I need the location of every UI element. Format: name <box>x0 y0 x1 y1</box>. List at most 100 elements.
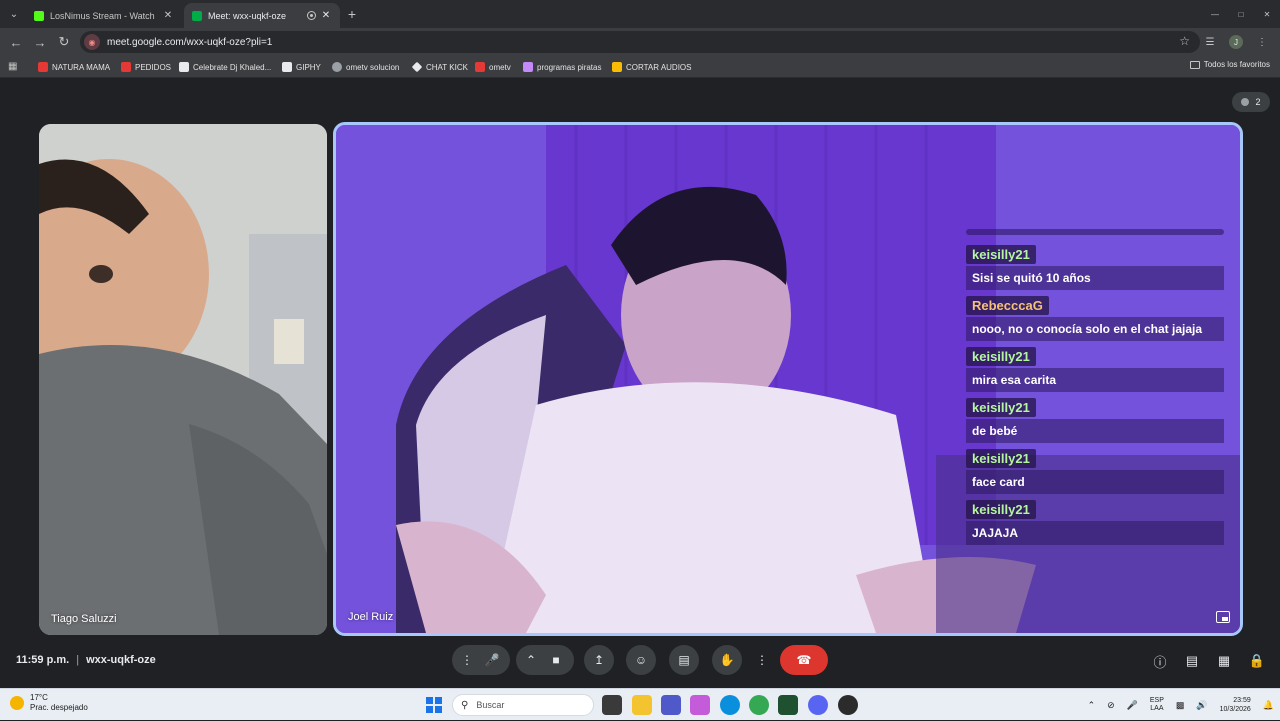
tab-close-icon[interactable]: ✕ <box>320 10 332 21</box>
chat-username: RebecccaG <box>966 296 1049 315</box>
forward-arrow-icon[interactable]: → <box>30 32 50 52</box>
bookmark-programas-piratas[interactable]: programas piratas <box>523 60 601 74</box>
taskbar-search[interactable]: ⚲ Buscar <box>452 694 594 716</box>
search-icon: ⚲ <box>461 699 469 711</box>
hang-up-icon: ☎ <box>796 653 812 667</box>
participant-name: Joel Ruiz <box>348 611 394 623</box>
window-controls: — □ ✕ <box>1202 0 1280 28</box>
participant-count: 2 <box>1255 97 1261 107</box>
excel-icon[interactable] <box>778 695 798 715</box>
bookmark-favicon-icon <box>475 62 485 72</box>
tab-title: LosNimus Stream - Watch Live <box>50 10 158 21</box>
copilot-icon[interactable] <box>690 695 710 715</box>
edge-icon[interactable] <box>720 695 740 715</box>
new-tab-button[interactable]: + <box>344 6 360 22</box>
bookmark-pedidos[interactable]: PEDIDOS <box>121 60 171 74</box>
bookmark-favicon-icon <box>38 62 48 72</box>
reload-icon[interactable]: ↻ <box>54 32 74 52</box>
tab-losnimus[interactable]: LosNimus Stream - Watch Live ✕ <box>26 3 182 28</box>
system-clock[interactable]: 23:59 10/3/2026 <box>1220 696 1251 714</box>
bookmark-chat-kick[interactable]: CHAT KICK <box>411 60 468 74</box>
participants-chip[interactable]: 2 <box>1232 92 1270 112</box>
meeting-time: 11:59 p.m. <box>16 654 70 666</box>
menu-kebab-icon[interactable]: ⋮ <box>1252 32 1272 52</box>
task-view-icon[interactable] <box>602 695 622 715</box>
camera-icon[interactable]: ■ <box>542 653 570 667</box>
teams-icon[interactable] <box>661 695 681 715</box>
address-bar[interactable]: ◉ meet.google.com/wxx-uqkf-oze?pli=1 ☆ <box>80 31 1200 53</box>
mic-control[interactable]: ⋮ 🎤 <box>452 645 510 675</box>
meeting-code: wxx-uqkf-oze <box>86 654 156 666</box>
discord-icon[interactable] <box>808 695 828 715</box>
bookmark-celebrate[interactable]: Celebrate Dj Khaled... <box>179 60 271 74</box>
show-hidden-icons-icon[interactable]: ⌃ <box>1088 700 1096 711</box>
camera-control[interactable]: ⌃ ■ <box>516 645 574 675</box>
raise-hand-button[interactable]: ✋ <box>712 645 742 675</box>
picture-in-picture-icon[interactable] <box>1216 611 1230 623</box>
bookmark-natura-mama[interactable]: NATURA MAMA <box>38 60 110 74</box>
volume-icon[interactable]: 🔊 <box>1196 700 1207 711</box>
microphone-tray-icon[interactable]: 🎤 <box>1127 700 1138 711</box>
network-icon[interactable]: ▩ <box>1176 700 1185 711</box>
chat-username: keisilly21 <box>966 398 1036 417</box>
apps-grid-icon[interactable]: ▦ <box>8 61 17 72</box>
bookmark-giphy[interactable]: GIPHY <box>282 60 321 74</box>
video-tile-tiago[interactable]: Tiago Saluzzi <box>39 124 327 635</box>
meeting-details-icon[interactable]: ⓘ <box>1151 652 1169 670</box>
minimize-icon[interactable]: — <box>1202 0 1228 28</box>
bookmark-ometv-solucion[interactable]: ometv solucion <box>332 60 399 74</box>
tab-search-icon[interactable]: ⌄ <box>4 4 24 24</box>
leave-call-button[interactable]: ☎ <box>780 645 828 675</box>
chrome-icon[interactable] <box>749 695 769 715</box>
more-options-icon: ⋮ <box>756 653 768 667</box>
activities-icon[interactable]: ▦ <box>1215 652 1233 670</box>
present-screen-button[interactable]: ↥ <box>584 645 614 675</box>
chat-text: mira esa carita <box>966 368 1224 392</box>
more-options-button[interactable]: ⋮ <box>753 645 771 675</box>
chat-text: nooo, no o conocía solo en el chat jajaj… <box>966 317 1224 341</box>
weather-widget[interactable]: 17°C Prac. despejado <box>10 693 88 713</box>
emoji-icon: ☺ <box>634 653 648 667</box>
maximize-icon[interactable]: □ <box>1228 0 1254 28</box>
bookmark-favicon-icon <box>121 62 131 72</box>
chat-username: keisilly21 <box>966 500 1036 519</box>
chat-text: Sisi se quitó 10 años <box>966 266 1224 290</box>
back-arrow-icon[interactable]: ← <box>6 32 26 52</box>
search-placeholder: Buscar <box>476 700 505 710</box>
reactions-button[interactable]: ☺ <box>626 645 656 675</box>
participant-avatar-icon <box>1241 98 1250 106</box>
chat-text: de bebé <box>966 419 1224 443</box>
tab-meet[interactable]: Meet: wxx-uqkf-oze ✕ <box>184 3 340 28</box>
hand-icon: ✋ <box>719 653 735 667</box>
meet-favicon-icon <box>192 10 202 21</box>
media-controls-icon[interactable]: ☰ <box>1200 32 1220 52</box>
host-controls-icon[interactable]: 🔒 <box>1248 652 1266 670</box>
file-explorer-icon[interactable] <box>632 695 652 715</box>
bookmark-favicon-icon <box>523 62 533 72</box>
notifications-icon[interactable]: 🔔 <box>1263 700 1274 711</box>
bookmark-star-icon[interactable]: ☆ <box>1179 34 1190 48</box>
no-network-icon[interactable]: ⊘ <box>1107 700 1115 711</box>
app-icon[interactable] <box>838 695 858 715</box>
all-bookmarks-folder[interactable]: Todos los favoritos <box>1189 60 1270 69</box>
close-window-icon[interactable]: ✕ <box>1254 0 1280 28</box>
tab-close-icon[interactable]: ✕ <box>162 10 174 21</box>
recording-indicator-icon <box>307 11 316 20</box>
windows-start-icon[interactable] <box>426 697 442 713</box>
document-icon <box>282 62 292 72</box>
browser-tab-bar: ⌄ LosNimus Stream - Watch Live ✕ Meet: w… <box>0 0 1280 28</box>
language-indicator[interactable]: ESP LAA <box>1150 697 1164 713</box>
chevron-up-icon[interactable]: ⌃ <box>520 653 542 667</box>
microphone-icon[interactable]: 🎤 <box>478 653 506 667</box>
chat-icon[interactable]: ▤ <box>1183 652 1201 670</box>
site-info-icon[interactable]: ◉ <box>84 34 100 50</box>
meet-control-bar: 11:59 p.m. | wxx-uqkf-oze ⋮ 🎤 ⌃ ■ ↥ ☺ ▤ ✋ … <box>0 640 1280 688</box>
bookmark-ometv[interactable]: ometv <box>475 60 511 74</box>
url-text[interactable]: meet.google.com/wxx-uqkf-oze?pli=1 <box>107 37 272 48</box>
captions-button[interactable]: ▤ <box>669 645 699 675</box>
bookmark-cortar-audios[interactable]: CORTAR AUDIOS <box>612 60 692 74</box>
chat-overlay-divider <box>966 229 1224 235</box>
audio-settings-icon[interactable]: ⋮ <box>456 653 478 667</box>
video-tile-joel[interactable]: keisilly21 Sisi se quitó 10 años Rebeccc… <box>333 122 1243 636</box>
profile-avatar[interactable]: J <box>1229 35 1243 49</box>
